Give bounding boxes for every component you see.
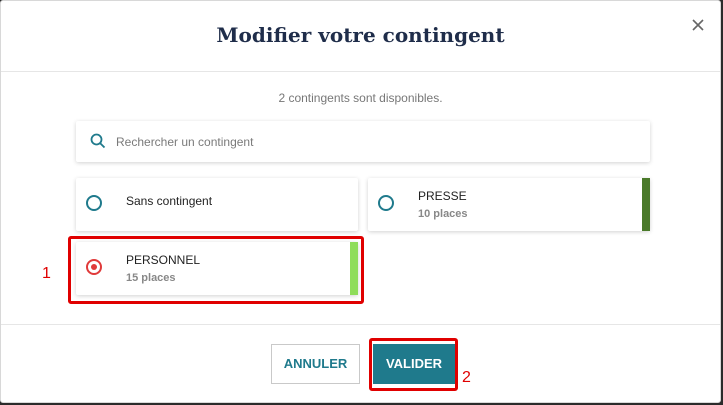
- option-color-bar: [642, 178, 650, 231]
- annotation-label-2: 2: [462, 369, 471, 386]
- option-name: PRESSE: [418, 189, 467, 203]
- dialog-title: Modifier votre contingent: [216, 23, 505, 47]
- option-places: 10 places: [418, 208, 468, 220]
- annotation-label-1: 1: [42, 265, 51, 282]
- cancel-button[interactable]: ANNULER: [271, 344, 360, 384]
- option-name: Sans contingent: [126, 194, 213, 208]
- search-icon: [90, 133, 106, 149]
- option-sans-contingent[interactable]: Sans contingent: [76, 178, 358, 231]
- option-presse[interactable]: PRESSE 10 places: [368, 178, 650, 231]
- annotation-highlight-1: [68, 236, 364, 304]
- search-input[interactable]: [114, 131, 618, 153]
- available-count-text: 2 contingents sont disponibles.: [278, 91, 443, 105]
- radio-sans-contingent[interactable]: [86, 195, 102, 211]
- radio-presse[interactable]: [378, 195, 394, 211]
- dialog-header: Modifier votre contingent: [1, 1, 720, 72]
- contingent-dialog: Modifier votre contingent 2 contingents …: [0, 0, 721, 403]
- search-box: [76, 121, 650, 162]
- footer-divider: [1, 324, 720, 325]
- annotation-highlight-2: [369, 338, 458, 391]
- close-button[interactable]: [688, 15, 708, 35]
- close-icon: [692, 19, 704, 31]
